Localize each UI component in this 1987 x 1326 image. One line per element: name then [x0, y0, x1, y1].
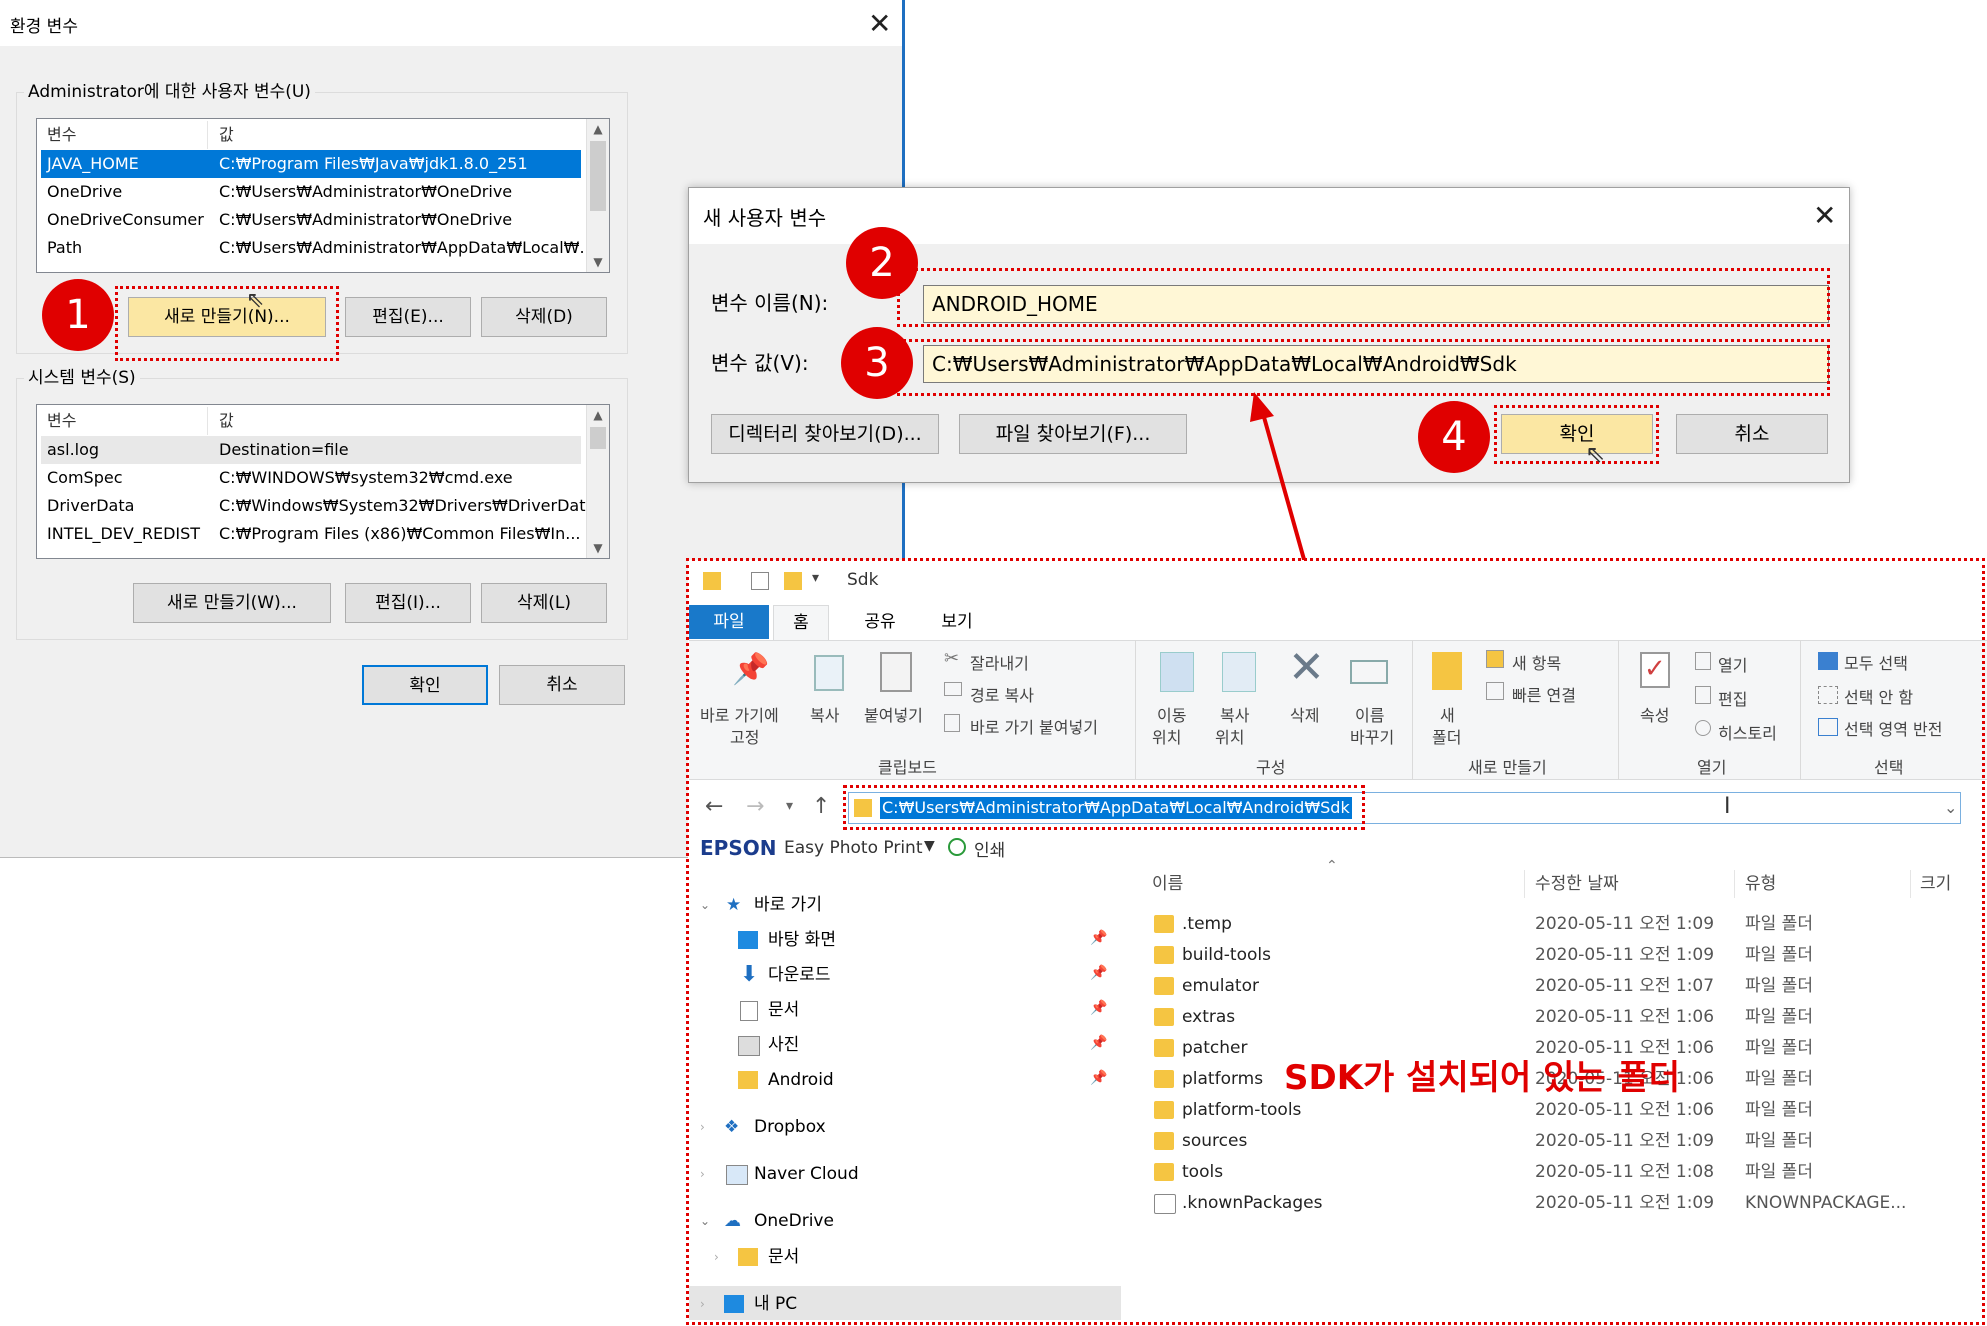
highlight-explorer: [686, 558, 1985, 1325]
arrow-head: [1250, 392, 1274, 422]
